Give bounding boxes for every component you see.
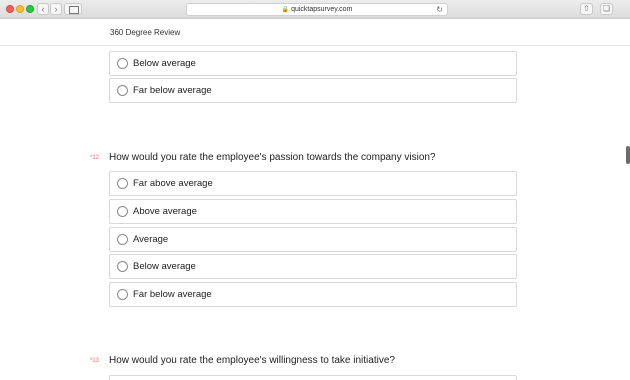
radio-button[interactable] <box>117 206 128 217</box>
close-window-button[interactable] <box>6 5 14 13</box>
option-below-average-prev[interactable]: Below average <box>109 51 517 76</box>
question-text: How would you rate the employee's passio… <box>109 152 436 163</box>
option-partial[interactable] <box>109 375 517 380</box>
scrollbar[interactable] <box>626 146 630 164</box>
option-label: Below average <box>133 58 196 69</box>
page-title: 360 Degree Review <box>110 28 181 37</box>
question-number: *12 <box>90 155 100 161</box>
tabs-icon: ❏ <box>602 4 611 13</box>
chevron-right-icon: › <box>54 4 58 14</box>
option-above-average[interactable]: Above average <box>109 199 517 224</box>
address-bar[interactable]: 🔒 quicktapsurvey.com ↻ <box>186 3 448 16</box>
radio-button[interactable] <box>117 178 128 189</box>
minimize-window-button[interactable] <box>16 5 24 13</box>
chevron-left-icon: ‹ <box>41 4 45 14</box>
option-below-average[interactable]: Below average <box>109 254 517 279</box>
share-icon: ⇧ <box>583 4 590 13</box>
option-label: Far below average <box>133 289 212 300</box>
question-12: *12 How would you rate the employee's pas… <box>90 152 436 163</box>
survey-header: 360 Degree Review <box>0 20 630 46</box>
question-13: *13 How would you rate the employee's wil… <box>90 355 395 366</box>
radio-button[interactable] <box>117 58 128 69</box>
radio-button[interactable] <box>117 289 128 300</box>
radio-button[interactable] <box>117 261 128 272</box>
sidebar-toggle-button[interactable] <box>64 3 82 15</box>
url-text: quicktapsurvey.com <box>291 6 353 13</box>
reload-icon[interactable]: ↻ <box>436 4 443 15</box>
browser-toolbar: ‹ › 🔒 quicktapsurvey.com ↻ ⇧ ❏ <box>0 0 630 19</box>
lock-icon: 🔒 <box>281 7 290 13</box>
radio-button[interactable] <box>117 85 128 96</box>
option-label: Far above average <box>133 178 213 189</box>
option-far-below-average-prev[interactable]: Far below average <box>109 78 517 103</box>
share-button[interactable]: ⇧ <box>580 3 593 15</box>
option-label: Above average <box>133 206 197 217</box>
forward-button[interactable]: › <box>50 3 62 15</box>
question-text: How would you rate the employee's willin… <box>109 355 395 366</box>
option-label: Far below average <box>133 85 212 96</box>
option-label: Average <box>133 234 169 245</box>
option-average[interactable]: Average <box>109 227 517 252</box>
option-far-below-average[interactable]: Far below average <box>109 282 517 307</box>
back-button[interactable]: ‹ <box>37 3 49 15</box>
option-far-above-average[interactable]: Far above average <box>109 171 517 196</box>
question-number: *13 <box>90 358 100 364</box>
tabs-overview-button[interactable]: ❏ <box>600 3 613 15</box>
radio-button[interactable] <box>117 234 128 245</box>
option-label: Below average <box>133 261 196 272</box>
maximize-window-button[interactable] <box>26 5 34 13</box>
